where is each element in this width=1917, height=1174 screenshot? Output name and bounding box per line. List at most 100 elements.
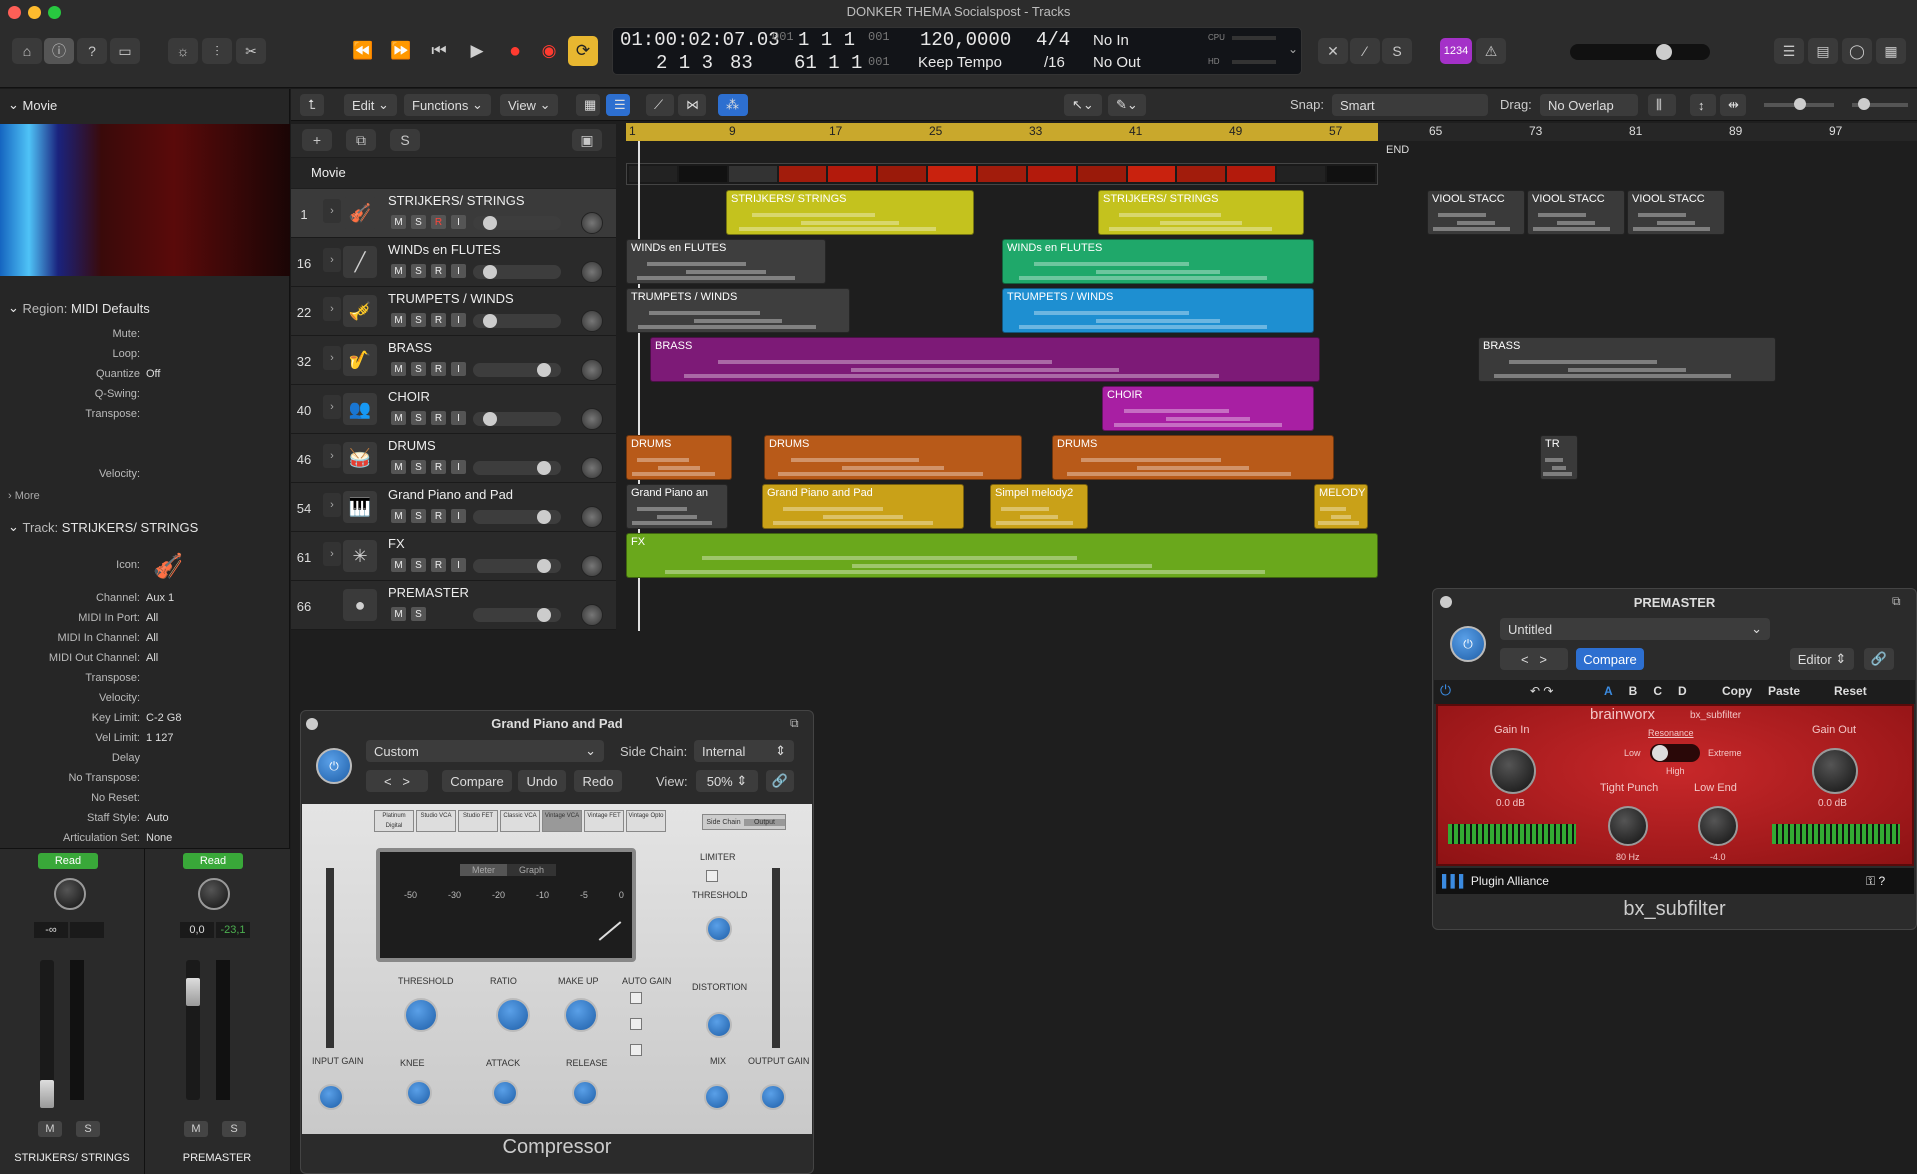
more-disclosure[interactable]: › More — [8, 490, 40, 502]
pan-knob[interactable] — [581, 457, 603, 479]
lcd-tempo[interactable]: 120,0000 — [920, 29, 1011, 51]
ab-slot-button[interactable]: D — [1678, 684, 1687, 698]
track-name[interactable]: CHOIR — [388, 389, 430, 404]
track-name[interactable]: PREMASTER — [388, 585, 469, 600]
reset-button[interactable]: Reset — [1834, 684, 1867, 698]
record-enable-button[interactable]: R — [431, 509, 446, 523]
volume-fader-handle[interactable] — [186, 978, 200, 1006]
auto-gain-option[interactable] — [630, 1018, 642, 1030]
track-header[interactable]: 1 › 🎻 STRIJKERS/ STRINGS M S R I — [291, 189, 616, 238]
mute-button[interactable]: M — [391, 264, 406, 278]
cycle-region[interactable] — [626, 123, 1378, 141]
mute-button[interactable]: M — [391, 313, 406, 327]
midi-region[interactable]: Grand Piano and Pad — [762, 484, 964, 529]
violin-icon[interactable]: 🎻 — [343, 197, 377, 229]
input-monitor-button[interactable]: I — [451, 313, 466, 327]
vertical-zoom-icon[interactable]: ↕ — [1690, 94, 1716, 116]
region-param-row[interactable]: Loop: — [0, 348, 290, 364]
param-value[interactable]: Aux 1 — [146, 592, 174, 608]
solo-button[interactable]: S — [411, 264, 426, 278]
pan-knob[interactable] — [581, 506, 603, 528]
browsers-button[interactable]: ▦ — [1876, 38, 1906, 64]
track-name[interactable]: FX — [388, 536, 405, 551]
track-name[interactable]: STRIJKERS/ STRINGS — [388, 193, 525, 208]
record-enable-button[interactable]: R — [431, 313, 446, 327]
midi-region[interactable]: FX — [626, 533, 1378, 578]
track-param-row[interactable]: No Transpose: — [0, 772, 290, 788]
library-button[interactable]: ⌂ — [12, 38, 42, 64]
track-name[interactable]: BRASS — [388, 340, 432, 355]
add-track-button[interactable]: + — [302, 129, 332, 151]
count-in-button[interactable]: 1234 — [1440, 38, 1472, 64]
track-header[interactable]: 22 › 🎺 TRUMPETS / WINDS M S R I — [291, 287, 616, 336]
track-param-row[interactable]: MIDI Out Channel: All — [0, 652, 290, 668]
horizontal-zoom-icon[interactable]: ⇹ — [1720, 94, 1746, 116]
editors-button[interactable]: ✂ — [236, 38, 266, 64]
replace-button[interactable]: ✕ — [1318, 38, 1348, 64]
volume-slider-handle[interactable] — [483, 265, 497, 279]
rewind-button[interactable]: ⏪ — [348, 36, 378, 66]
input-monitor-button[interactable]: I — [451, 460, 466, 474]
metronome-button[interactable]: ⚠ — [1476, 38, 1506, 64]
undo-redo-icon[interactable]: ↶ ↷ — [1530, 684, 1553, 698]
circuit-model-button[interactable]: Studio VCA — [416, 810, 456, 832]
drag-dropdown[interactable]: No Overlap — [1540, 94, 1638, 116]
auto-gain-option[interactable] — [630, 1044, 642, 1056]
fast-forward-button[interactable]: ⏩ — [386, 36, 416, 66]
flex-icon[interactable]: ⋈ — [678, 94, 706, 116]
pan-knob[interactable] — [581, 359, 603, 381]
gain-in-knob[interactable] — [1490, 748, 1536, 794]
tight-punch-knob[interactable] — [1608, 806, 1648, 846]
pan-knob[interactable] — [581, 310, 603, 332]
fx-icon[interactable]: ✳ — [343, 540, 377, 572]
record-enable-button[interactable]: R — [431, 411, 446, 425]
param-value[interactable]: All — [146, 632, 158, 648]
sidechain-dropdown[interactable]: Internal ⇕ — [694, 740, 794, 762]
drum-icon[interactable]: 🥁 — [343, 442, 377, 474]
circuit-model-button[interactable]: Platinum Digital — [374, 810, 414, 832]
track-header[interactable]: 32 › 🎷 BRASS M S R I — [291, 336, 616, 385]
volume-slider-handle[interactable] — [537, 510, 551, 524]
meter-tab[interactable]: Meter — [460, 864, 508, 876]
midi-region[interactable]: WINDs en FLUTES — [626, 239, 826, 284]
output-tab[interactable]: Output — [744, 818, 785, 826]
toolbar-button[interactable]: ▭ — [110, 38, 140, 64]
functions-menu[interactable]: Functions ⌄ — [404, 94, 491, 116]
track-header[interactable]: 40 › 👥 CHOIR M S R I — [291, 385, 616, 434]
input-monitor-button[interactable]: I — [451, 411, 466, 425]
global-solo-button[interactable]: S — [390, 129, 420, 151]
expand-chevron-icon[interactable]: › — [323, 542, 341, 566]
waveform-zoom-icon[interactable]: ⫼ — [1648, 94, 1676, 116]
param-value[interactable]: 1 127 — [146, 732, 174, 748]
auto-gain-option[interactable] — [630, 992, 642, 1004]
mute-button[interactable]: M — [391, 460, 406, 474]
mixer-button[interactable]: ⫶ — [202, 38, 232, 64]
input-monitor-button[interactable]: I — [451, 264, 466, 278]
expand-chevron-icon[interactable]: › — [323, 444, 341, 468]
copy-button[interactable]: Copy — [1722, 684, 1752, 698]
track-param-row[interactable]: Transpose: — [0, 672, 290, 688]
track-header[interactable]: 66 ● PREMASTER M S — [291, 581, 616, 630]
master-volume-handle[interactable] — [1656, 44, 1672, 60]
expand-chevron-icon[interactable]: › — [323, 346, 341, 370]
note-pads-button[interactable]: ▤ — [1808, 38, 1838, 64]
lcd-division[interactable]: /16 — [1044, 54, 1065, 71]
expand-chevron-icon[interactable]: › — [323, 248, 341, 272]
mute-button[interactable]: M — [391, 558, 406, 572]
sidechain-tab[interactable]: Side Chain — [703, 819, 744, 826]
solo-button[interactable]: S — [411, 313, 426, 327]
circuit-model-button[interactable]: Classic VCA — [500, 810, 540, 832]
midi-region[interactable]: CHOIR — [1102, 386, 1314, 431]
midi-region[interactable]: DRUMS — [1052, 435, 1334, 480]
volume-slider-handle[interactable] — [483, 412, 497, 426]
global-tracks-button[interactable]: ▣ — [572, 129, 602, 151]
track-name[interactable]: TRUMPETS / WINDS — [388, 291, 514, 306]
mute-button[interactable]: M — [391, 411, 406, 425]
record-enable-button[interactable]: R — [431, 558, 446, 572]
violin-icon[interactable]: 🎻 — [153, 552, 183, 581]
cycle-button[interactable]: ⟳ — [568, 36, 598, 66]
bypass-icon[interactable]: ⏻ — [1440, 682, 1451, 699]
low-end-knob[interactable] — [1698, 806, 1738, 846]
ab-slot-button[interactable]: C — [1653, 684, 1662, 698]
compressor-knob[interactable] — [404, 998, 438, 1032]
